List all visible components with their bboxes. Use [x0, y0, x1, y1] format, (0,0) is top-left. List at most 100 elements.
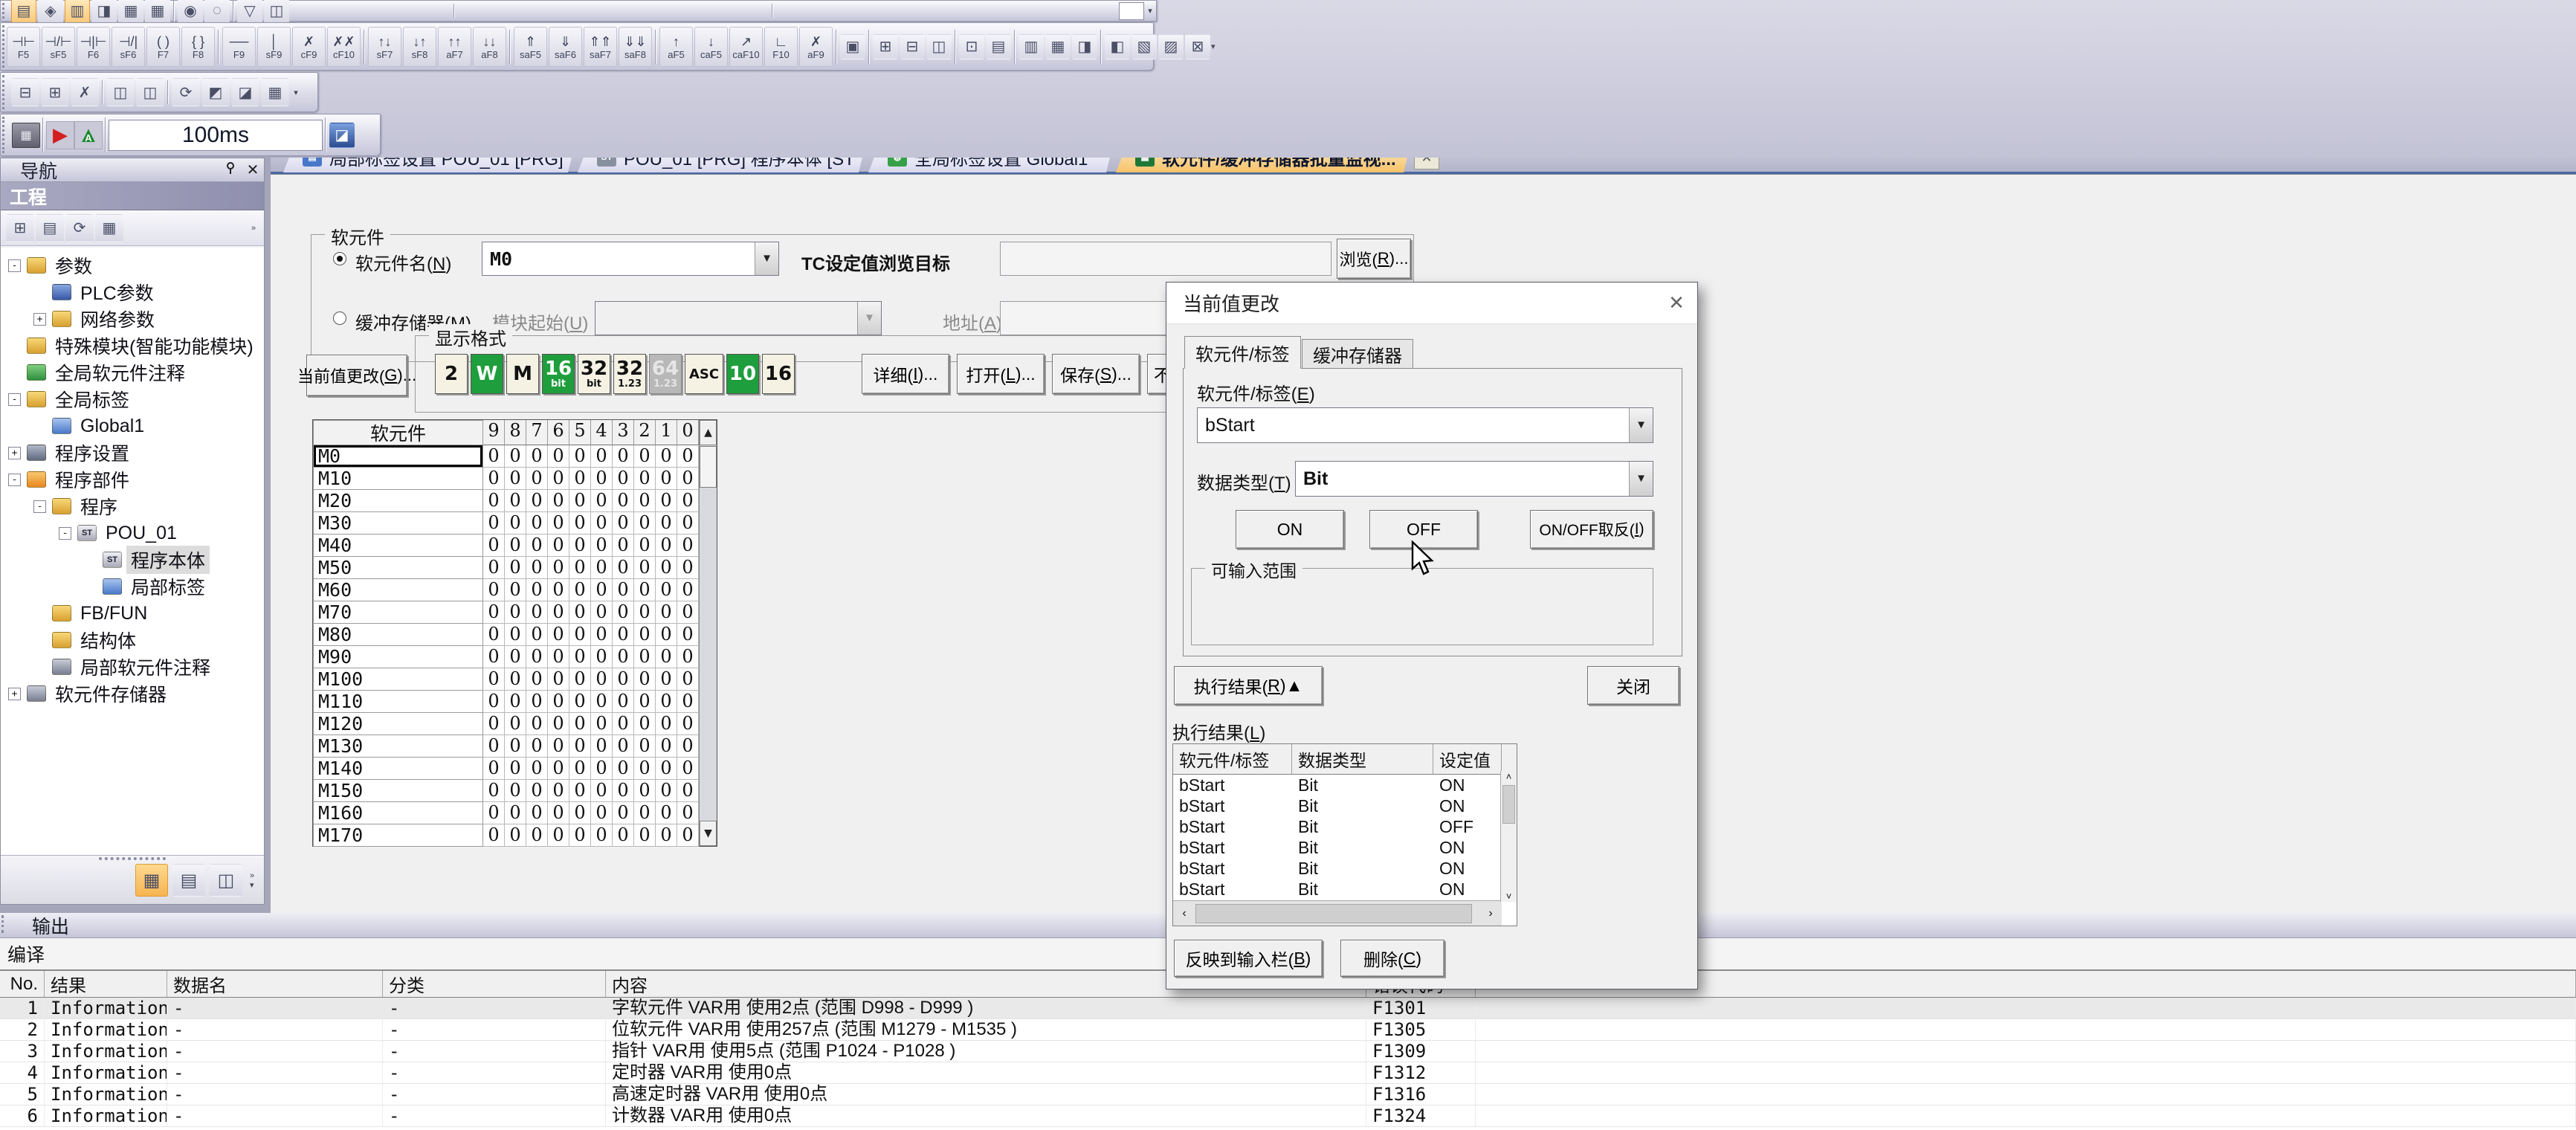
format-10-button[interactable]: 10 [726, 354, 759, 394]
bit-cell[interactable]: 0 [569, 824, 591, 847]
bit-cell[interactable]: 0 [569, 646, 591, 668]
execution-result-list[interactable]: 软元件/标签数据类型设定值 bStartBitONbStartBitONbSta… [1172, 743, 1517, 926]
bit-cell[interactable]: 0 [677, 601, 699, 624]
bit-cell[interactable]: 0 [505, 512, 526, 535]
bit-cell[interactable]: 0 [656, 468, 677, 490]
buffer-memory-radio[interactable] [333, 311, 346, 325]
format-16bit-button[interactable]: 16bit [542, 354, 575, 394]
format-w-button[interactable]: W [471, 354, 503, 394]
hscrollbar-thumb[interactable] [1195, 904, 1472, 923]
scrollbar-thumb[interactable] [700, 446, 717, 488]
table-row[interactable]: M1200000000000 [313, 713, 717, 735]
bit-cell[interactable]: 0 [634, 713, 656, 735]
ladder-symbol-F5-icon[interactable]: ⊣⊢F5 [7, 27, 40, 67]
bit-cell[interactable]: 0 [548, 557, 569, 579]
window-tool-icon[interactable]: ⊟ [11, 78, 39, 106]
bit-cell[interactable]: 0 [656, 601, 677, 624]
bit-cell[interactable]: 0 [505, 624, 526, 646]
bit-cell[interactable]: 0 [591, 512, 613, 535]
bit-cell[interactable]: 0 [634, 691, 656, 713]
tree-item---[interactable]: -参数 [1, 252, 264, 279]
toolbar-icon[interactable]: ◨ [91, 0, 117, 24]
bit-cell[interactable]: 0 [634, 445, 656, 468]
bit-cell[interactable]: 0 [548, 579, 569, 601]
bit-cell[interactable]: 0 [569, 490, 591, 512]
detail-button[interactable]: 详细(I)... [862, 354, 949, 394]
bit-cell[interactable]: 0 [613, 601, 634, 624]
bit-cell[interactable]: 0 [548, 713, 569, 735]
device-cell[interactable]: M60 [313, 579, 483, 601]
bit-cell[interactable]: 0 [591, 579, 613, 601]
tree-item--------[interactable]: 局部软元件注释 [1, 653, 264, 680]
navigation-tool-icon[interactable]: ⟳ [65, 214, 94, 242]
window-overflow-chevron[interactable]: ▾ [290, 73, 302, 112]
list-item[interactable]: bStartBitON [1173, 775, 1517, 795]
bit-cell[interactable]: 0 [505, 535, 526, 557]
bit-cell[interactable]: 0 [677, 579, 699, 601]
tree-item-plc--[interactable]: PLC参数 [1, 279, 264, 306]
bit-cell[interactable]: 0 [569, 445, 591, 468]
bit-cell[interactable]: 0 [526, 691, 548, 713]
dialog-type-combo[interactable]: Bit ▼ [1295, 461, 1653, 497]
bit-cell[interactable]: 0 [613, 802, 634, 824]
window-tool-icon[interactable]: ▦ [261, 78, 289, 106]
bit-cell[interactable]: 0 [526, 735, 548, 758]
window-tool-icon[interactable]: ⟳ [172, 78, 200, 106]
table-row[interactable]: M1500000000000 [313, 780, 717, 802]
bit-cell[interactable]: 0 [677, 646, 699, 668]
open-button[interactable]: 打开(L)... [957, 354, 1045, 394]
toolbar-icon[interactable]: ▦ [145, 0, 170, 24]
format-32bit-button[interactable]: 32bit [578, 354, 610, 394]
dialog-tab-device-label[interactable]: 软元件/标签 [1184, 336, 1301, 369]
scroll-up-icon[interactable]: ˄ [1501, 771, 1517, 782]
format-16-button[interactable]: 16 [762, 354, 795, 394]
bit-cell[interactable]: 0 [656, 445, 677, 468]
device-cell[interactable]: M40 [313, 535, 483, 557]
bit-cell[interactable]: 0 [677, 691, 699, 713]
chevron-down-icon[interactable]: ▼ [1629, 462, 1653, 496]
bit-cell[interactable]: 0 [613, 780, 634, 802]
device-cell[interactable]: M80 [313, 624, 483, 646]
output-row[interactable]: 2Information--位软元件 VAR用 使用257点 (范围 M1279… [0, 1019, 2576, 1041]
bit-cell[interactable]: 0 [656, 691, 677, 713]
bit-cell[interactable]: 0 [483, 512, 505, 535]
collapse-icon[interactable]: - [33, 500, 46, 513]
device-cell[interactable]: M20 [313, 490, 483, 512]
collapse-icon[interactable]: - [8, 393, 21, 406]
device-cell[interactable]: M30 [313, 512, 483, 535]
scroll-down-icon[interactable]: ˅ [1501, 891, 1517, 902]
bit-cell[interactable]: 0 [677, 668, 699, 691]
tree-item-------[interactable]: +软元件存储器 [1, 680, 264, 707]
chevron-down-icon[interactable]: ▼ [1629, 408, 1653, 442]
bit-cell[interactable]: 0 [548, 512, 569, 535]
bit-cell[interactable]: 0 [634, 668, 656, 691]
table-row[interactable]: M300000000000 [313, 512, 717, 535]
tree-item-fb-fun[interactable]: FB/FUN [1, 600, 264, 627]
bit-cell[interactable]: 0 [677, 758, 699, 780]
bit-cell[interactable]: 0 [569, 512, 591, 535]
bit-cell[interactable]: 0 [613, 691, 634, 713]
bit-cell[interactable]: 0 [526, 824, 548, 847]
bit-cell[interactable]: 0 [677, 490, 699, 512]
format-m-button[interactable]: M [506, 354, 539, 394]
bit-cell[interactable]: 0 [548, 668, 569, 691]
ladder-tool-icon[interactable]: ▦ [1045, 34, 1071, 59]
bit-cell[interactable]: 0 [656, 668, 677, 691]
list-item[interactable]: bStartBitOFF [1173, 816, 1517, 837]
window-tool-icon[interactable]: ◩ [201, 78, 230, 106]
dialog-device-combo[interactable]: bStart ▼ [1197, 407, 1653, 443]
table-row[interactable]: M100000000000 [313, 468, 717, 490]
bit-cell[interactable]: 0 [591, 691, 613, 713]
table-row[interactable]: M700000000000 [313, 601, 717, 624]
device-cell[interactable]: M0 [313, 445, 483, 468]
bit-cell[interactable]: 0 [613, 512, 634, 535]
bit-cell[interactable]: 0 [656, 557, 677, 579]
ladder-tool-icon[interactable]: ◫ [926, 34, 952, 59]
bit-cell[interactable]: 0 [634, 579, 656, 601]
bit-cell[interactable]: 0 [548, 802, 569, 824]
bit-cell[interactable]: 0 [526, 557, 548, 579]
bit-cell[interactable]: 0 [505, 758, 526, 780]
list-vscrollbar[interactable]: ˄ ˅ [1500, 771, 1517, 902]
navigation-tool-icon[interactable]: ▦ [95, 214, 123, 242]
ladder-tool-icon[interactable]: ▤ [986, 34, 1011, 59]
